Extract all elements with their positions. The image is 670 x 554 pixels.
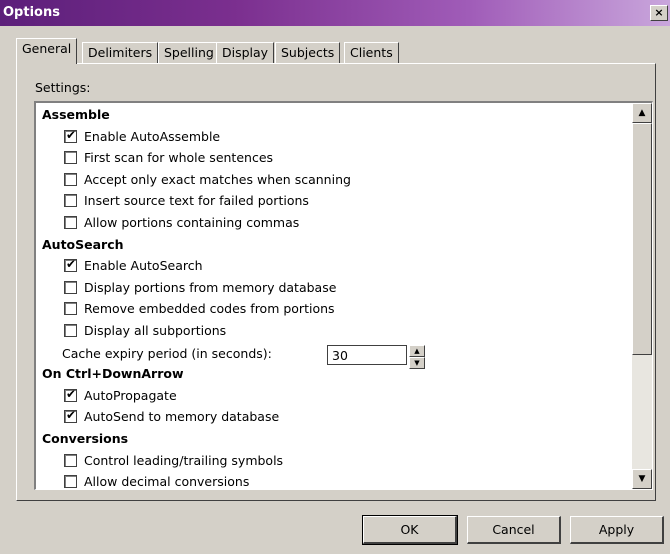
checkbox[interactable]	[64, 302, 77, 316]
cache-expiry-label: Cache expiry period (in seconds):	[62, 346, 272, 361]
scroll-down-icon[interactable]: ▼	[632, 469, 652, 489]
window-title: Options	[3, 5, 60, 20]
ok-button[interactable]: OK	[362, 515, 458, 545]
setting-label: Enable AutoSearch	[84, 258, 203, 274]
setting-label: Remove embedded codes from portions	[84, 301, 335, 317]
setting-checkbox-row[interactable]: Display portions from memory database	[64, 278, 336, 298]
setting-checkbox-row[interactable]: Insert source text for failed portions	[64, 191, 309, 211]
checkbox[interactable]	[64, 280, 77, 294]
setting-label: AutoSend to memory database	[84, 409, 280, 425]
setting-checkbox-row[interactable]: ✔ Enable AutoAssemble	[64, 127, 220, 147]
setting-checkbox-row[interactable]: Control leading/trailing symbols	[64, 451, 283, 471]
spin-up-icon[interactable]: ▲	[409, 345, 425, 357]
spin-down-icon[interactable]: ▼	[409, 357, 425, 369]
setting-label: Insert source text for failed portions	[84, 193, 309, 209]
checkbox[interactable]	[64, 453, 77, 467]
checkbox[interactable]	[64, 194, 77, 208]
setting-checkbox-row[interactable]: Allow portions containing commas	[64, 213, 299, 233]
setting-checkbox-row[interactable]: Allow decimal conversions	[64, 472, 250, 490]
checkbox[interactable]	[64, 151, 77, 165]
setting-label: Accept only exact matches when scanning	[84, 171, 351, 187]
setting-label: Display portions from memory database	[84, 279, 337, 295]
close-icon: ×	[654, 6, 664, 19]
setting-checkbox-row[interactable]: Remove embedded codes from portions	[64, 299, 335, 319]
setting-label: Allow decimal conversions	[84, 474, 250, 490]
checkbox[interactable]: ✔	[64, 257, 77, 273]
setting-label: Allow portions containing commas	[84, 215, 300, 230]
tab-subjects[interactable]: Subjects	[275, 42, 341, 63]
cache-expiry-spinner[interactable]: ▲ ▼	[409, 345, 425, 369]
checkmark-icon: ✔	[66, 257, 77, 272]
checkbox[interactable]	[64, 475, 77, 489]
cache-expiry-input[interactable]: 30	[327, 345, 407, 365]
setting-checkbox-row[interactable]: Accept only exact matches when scanning	[64, 170, 351, 190]
checkmark-icon: ✔	[66, 127, 77, 142]
scroll-up-icon[interactable]: ▲	[632, 103, 652, 123]
settings-label: Settings:	[35, 80, 91, 95]
section-header: On Ctrl+DownArrow	[42, 366, 184, 382]
settings-list: Assemble ✔ Enable AutoAssemble First scan f…	[34, 101, 653, 490]
cancel-button[interactable]: Cancel	[467, 516, 561, 544]
vertical-scrollbar[interactable]: ▲ ▼	[632, 103, 652, 489]
tab-display[interactable]: Display	[216, 42, 275, 63]
checkbox[interactable]	[64, 324, 77, 337]
apply-button[interactable]: Apply	[570, 516, 664, 544]
tab-clients[interactable]: Clients	[344, 42, 399, 63]
tab-general[interactable]: General	[16, 38, 78, 64]
tab-delimiters[interactable]: Delimiters	[82, 42, 159, 63]
setting-label: Enable AutoAssemble	[84, 128, 221, 144]
setting-checkbox-row[interactable]: First scan for whole sentences	[64, 148, 273, 168]
section-header: AutoSearch	[42, 236, 124, 252]
setting-checkbox-row[interactable]: ✔ AutoPropagate	[64, 386, 177, 406]
setting-checkbox-row[interactable]: ✔ Enable AutoSearch	[64, 256, 203, 276]
setting-checkbox-row[interactable]: Display all subportions	[64, 321, 226, 341]
checkbox[interactable]: ✔	[64, 386, 77, 402]
setting-checkbox-row[interactable]: ✔ AutoSend to memory database	[64, 407, 279, 427]
title-bar: Options ×	[0, 0, 670, 26]
cache-expiry-row: Cache expiry period (in seconds): 30 ▲ ▼	[62, 344, 425, 369]
checkbox[interactable]	[64, 216, 77, 229]
checkmark-icon: ✔	[66, 408, 77, 423]
setting-label: AutoPropagate	[84, 387, 177, 403]
section-header: Assemble	[42, 107, 110, 122]
checkbox[interactable]	[64, 172, 77, 186]
setting-label: First scan for whole sentences	[84, 150, 274, 166]
close-button[interactable]: ×	[650, 5, 668, 21]
scroll-thumb[interactable]	[632, 123, 652, 355]
section-header: Conversions	[42, 431, 129, 446]
checkbox[interactable]: ✔	[64, 127, 77, 143]
setting-label: Control leading/trailing symbols	[84, 452, 284, 468]
checkbox[interactable]: ✔	[64, 408, 77, 424]
setting-label: Display all subportions	[84, 323, 227, 338]
tab-spelling[interactable]: Spelling	[158, 42, 220, 63]
checkmark-icon: ✔	[66, 386, 77, 401]
